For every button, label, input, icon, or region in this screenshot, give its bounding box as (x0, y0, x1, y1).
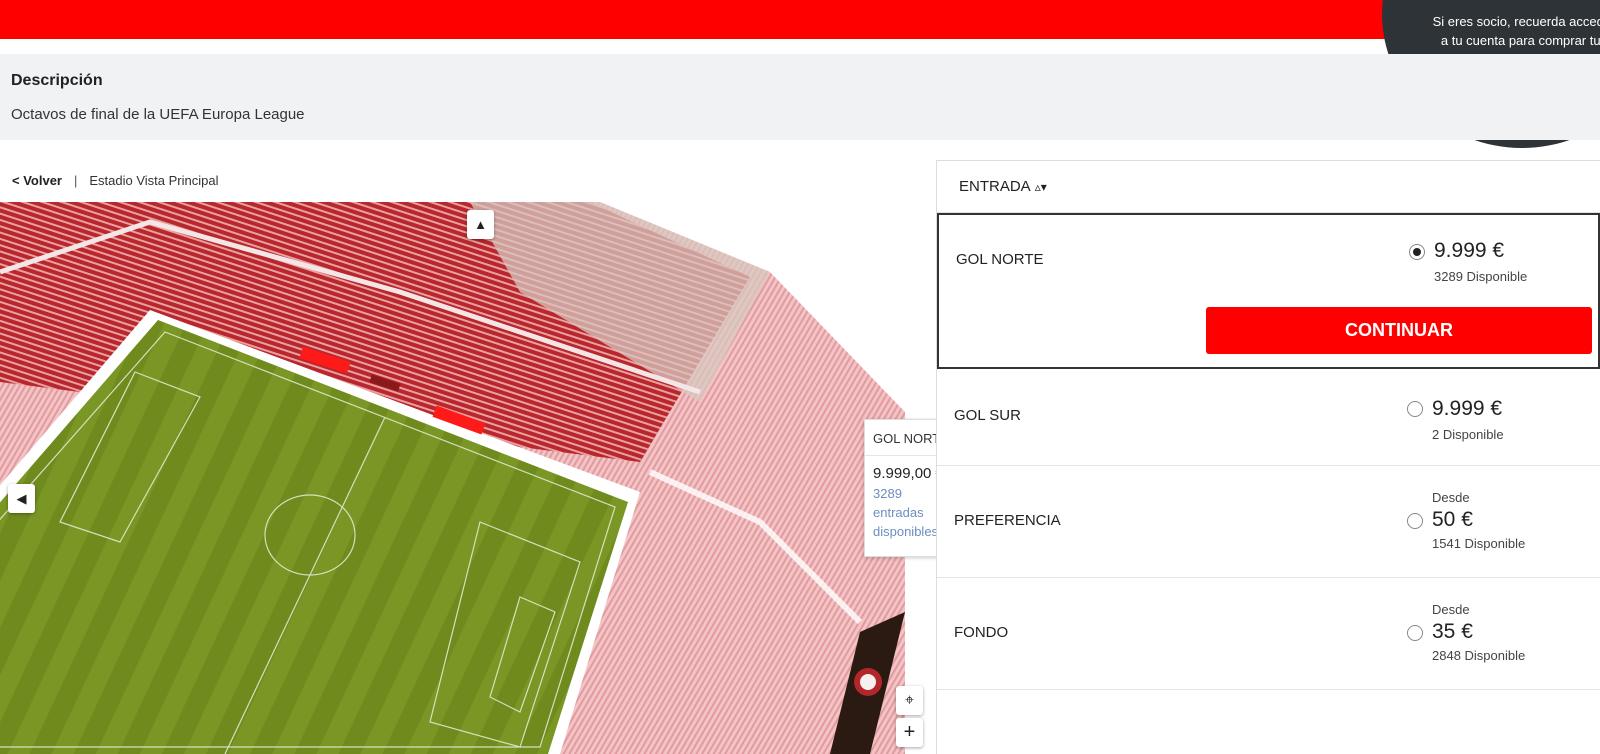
map-locate-button[interactable]: ⌖ (896, 686, 923, 715)
section-availability: 3289 Disponible (1434, 269, 1528, 284)
section-price: 35 € (1432, 620, 1473, 643)
section-name: GOL SUR (954, 407, 1021, 424)
breadcrumb-current: Estadio Vista Principal (89, 173, 219, 188)
panel-header-label: ENTRADA (959, 178, 1031, 195)
description-title: Descripción (11, 72, 103, 89)
top-header-bar (0, 0, 1600, 39)
section-desde: Desde (1432, 490, 1470, 505)
section-radio[interactable] (1409, 244, 1425, 260)
map-pan-left-button[interactable]: ◀ (8, 484, 35, 513)
ticket-panel: ENTRADA ▵▾ GOL NORTE 9.999 € 3289 Dispon… (936, 160, 1600, 754)
description-section: Descripción Octavos de final de la UEFA … (0, 54, 1600, 140)
section-availability: 2848 Disponible (1432, 648, 1526, 663)
section-radio[interactable] (1407, 625, 1423, 641)
section-availability: 2 Disponible (1432, 427, 1504, 442)
section-name: GOL NORTE (956, 251, 1044, 268)
ticket-row-gol-sur[interactable]: GOL SUR 9.999 € 2 Disponible (937, 369, 1600, 466)
stadium-map[interactable]: ▲ ◀ ⌖ + (0, 202, 930, 754)
map-zoom-in-button[interactable]: + (896, 718, 923, 747)
ticket-row-gol-norte[interactable]: GOL NORTE 9.999 € 3289 Disponible CONTIN… (937, 213, 1600, 369)
section-price: 50 € (1432, 508, 1473, 531)
description-text: Octavos de final de la UEFA Europa Leagu… (11, 106, 305, 123)
section-name: PREFERENCIA (954, 512, 1061, 529)
sort-icon[interactable]: ▵▾ (1035, 180, 1047, 194)
breadcrumb-separator: | (73, 173, 78, 188)
ticket-row-fondo[interactable]: FONDO Desde 35 € 2848 Disponible (937, 578, 1600, 690)
section-price: 9.999 € (1432, 397, 1503, 420)
section-desde: Desde (1432, 602, 1470, 617)
section-name: FONDO (954, 624, 1009, 641)
breadcrumb: < Volver | Estadio Vista Principal (12, 173, 218, 188)
section-radio[interactable] (1407, 513, 1423, 529)
back-link[interactable]: < Volver (12, 173, 62, 188)
stadium-illustration (0, 202, 905, 754)
continue-button[interactable]: CONTINUAR (1206, 307, 1592, 354)
section-availability: 1541 Disponible (1432, 536, 1526, 551)
section-price: 9.999 € (1434, 239, 1505, 262)
panel-header[interactable]: ENTRADA ▵▾ (937, 161, 1600, 213)
section-radio[interactable] (1407, 401, 1423, 417)
map-pan-up-button[interactable]: ▲ (467, 210, 494, 239)
ticket-row-preferencia[interactable]: PREFERENCIA Desde 50 € 1541 Disponible (937, 466, 1600, 578)
